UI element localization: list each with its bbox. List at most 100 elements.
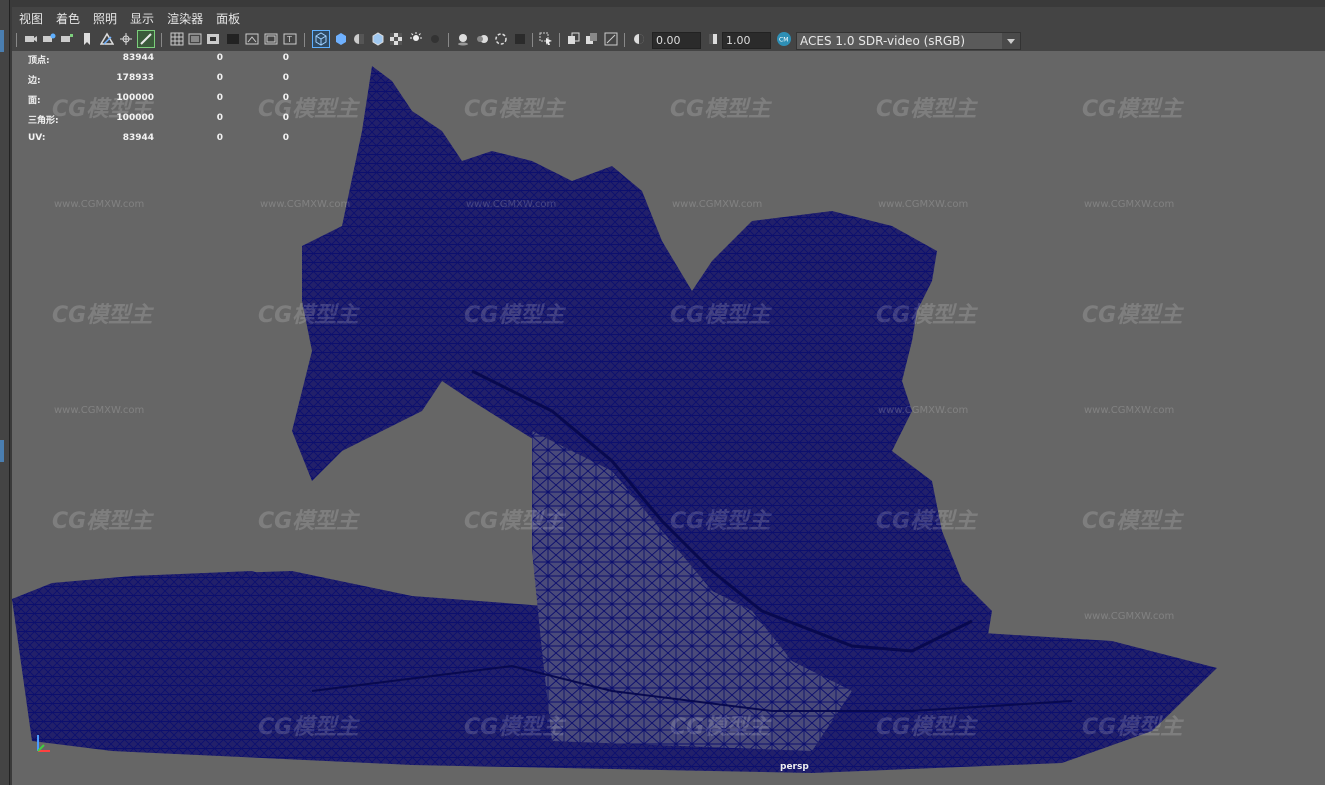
watermark-logo: CG模型主: [670, 97, 771, 122]
watermark-url: www.CGMXW.com: [466, 199, 557, 210]
image-plane-icon[interactable]: [100, 32, 114, 46]
hud-value: 0: [216, 73, 223, 83]
wireframe-cube-icon: [315, 32, 327, 46]
camera-attributes-icon[interactable]: [42, 32, 56, 46]
screen-space-ao-icon[interactable]: [456, 32, 470, 46]
menu-shading[interactable]: 着色: [49, 7, 86, 29]
watermark-logo: CG模型主: [52, 303, 153, 328]
anti-aliasing-icon[interactable]: [494, 32, 508, 46]
watermark-logo: CG模型主: [1082, 303, 1183, 328]
view-transform-value: ACES 1.0 SDR-video (sRGB): [800, 34, 966, 48]
safe-title-icon[interactable]: T: [283, 32, 297, 46]
watermark-logo: CG模型主: [670, 715, 771, 740]
hud-value: 0: [282, 133, 289, 143]
smooth-shade-icon[interactable]: [334, 32, 348, 46]
menu-panels[interactable]: 面板: [209, 7, 246, 29]
isolate-select-icon[interactable]: [539, 32, 553, 46]
watermark-logo: CG模型主: [876, 715, 977, 740]
view-transform-icon[interactable]: CM: [776, 31, 792, 47]
chevron-down-icon[interactable]: [1002, 33, 1020, 49]
panel-menu-bar: 视图 着色 照明 显示 渲染器 面板: [12, 7, 1325, 29]
toolbar-separator: [624, 33, 625, 47]
safe-action-icon[interactable]: [264, 32, 278, 46]
watermark-url: www.CGMXW.com: [672, 199, 763, 210]
exposure-field[interactable]: 0.00: [652, 32, 701, 49]
hud-value: 83944: [122, 133, 154, 143]
wireframe-on-shaded-icon[interactable]: [371, 32, 385, 46]
hud-label: 顶点:: [28, 56, 50, 66]
film-gate-icon[interactable]: [188, 32, 202, 46]
watermark-logo: CG模型主: [52, 509, 153, 534]
bookmark-icon[interactable]: [80, 32, 94, 46]
watermark-logo: CG模型主: [876, 509, 977, 534]
resolution-gate-icon[interactable]: [206, 32, 220, 46]
hud-label: 三角形:: [28, 116, 59, 126]
xray-active-components-icon[interactable]: [585, 32, 599, 46]
left-dock-marker: [0, 30, 4, 52]
menu-lighting[interactable]: 照明: [86, 7, 123, 29]
hud-value: 178933: [116, 73, 154, 83]
camera-name-label: persp: [780, 762, 809, 772]
pencil-icon: [140, 33, 152, 45]
grid-icon[interactable]: [170, 32, 184, 46]
hud-value: 0: [282, 53, 289, 63]
watermark-logo: CG模型主: [464, 97, 565, 122]
watermark-url: www.CGMXW.com: [260, 199, 351, 210]
exposure-icon[interactable]: [632, 32, 646, 46]
view-axis-icon: [37, 735, 50, 752]
wireframe-toggle-button[interactable]: [312, 30, 330, 48]
field-chart-icon[interactable]: [245, 32, 259, 46]
svg-text:CM: CM: [779, 37, 788, 44]
hud-value: 0: [216, 53, 223, 63]
watermark-logo: CG模型主: [464, 715, 565, 740]
maya-viewport-panel: 视图 着色 照明 显示 渲染器 面板 T 0.00 1.00 CM ACES 1…: [0, 0, 1325, 785]
hud-value: 0: [282, 113, 289, 123]
svg-text:T: T: [286, 35, 292, 44]
watermark-logo: CG模型主: [876, 97, 977, 122]
menu-view[interactable]: 视图: [12, 7, 49, 29]
left-dock-strip: [0, 0, 10, 785]
motion-blur-icon[interactable]: [475, 32, 489, 46]
grease-pencil-button[interactable]: [137, 30, 155, 48]
textured-icon[interactable]: [389, 32, 403, 46]
toolbar-separator: [559, 33, 560, 47]
default-material-icon[interactable]: [352, 32, 366, 46]
watermark-url: www.CGMXW.com: [878, 199, 969, 210]
menu-show[interactable]: 显示: [123, 7, 160, 29]
watermark-url: www.CGMXW.com: [54, 199, 145, 210]
hud-label: 面:: [28, 96, 41, 106]
bookmark-camera-icon[interactable]: [60, 32, 74, 46]
xray-icon[interactable]: [567, 32, 581, 46]
gamma-icon[interactable]: [706, 32, 720, 46]
watermark-logo: CG模型主: [1082, 97, 1183, 122]
lights-icon[interactable]: [409, 32, 423, 46]
watermark-logo: CG模型主: [464, 303, 565, 328]
watermark-logo: CG模型主: [670, 303, 771, 328]
watermark-logo: CG模型主: [258, 509, 359, 534]
watermark-url: www.CGMXW.com: [1084, 611, 1175, 622]
shadows-icon[interactable]: [428, 32, 442, 46]
watermark-logo: CG模型主: [876, 303, 977, 328]
view-transform-dropdown[interactable]: ACES 1.0 SDR-video (sRGB): [796, 32, 1021, 50]
perspective-viewport[interactable]: CG模型主 CG模型主 CG模型主 CG模型主 CG模型主 CG模型主 CG模型…: [12, 51, 1325, 785]
camera-select-icon[interactable]: [24, 32, 38, 46]
menu-renderer[interactable]: 渲染器: [160, 7, 209, 29]
toolbar-separator: [161, 33, 162, 47]
gamma-field[interactable]: 1.00: [722, 32, 771, 49]
watermark-url: www.CGMXW.com: [878, 405, 969, 416]
panel-toolbar: T 0.00 1.00 CM ACES 1.0 SDR-video (sRGB): [12, 29, 1325, 52]
toolbar-separator: [532, 33, 533, 47]
watermark-logo: CG模型主: [1082, 509, 1183, 534]
xray-joints-icon[interactable]: [604, 32, 618, 46]
hud-value: 83944: [122, 53, 154, 63]
watermark-logo: CG模型主: [1082, 715, 1183, 740]
hud-label: UV:: [28, 133, 46, 143]
hud-value: 0: [216, 113, 223, 123]
wireframe-mesh: [12, 66, 1217, 773]
gate-mask-icon[interactable]: [226, 32, 240, 46]
hud-label: 边:: [28, 76, 41, 86]
hud-value: 0: [216, 133, 223, 143]
2d-pan-zoom-icon[interactable]: [119, 32, 133, 46]
depth-of-field-icon[interactable]: [513, 32, 527, 46]
toolbar-separator: [448, 33, 449, 47]
